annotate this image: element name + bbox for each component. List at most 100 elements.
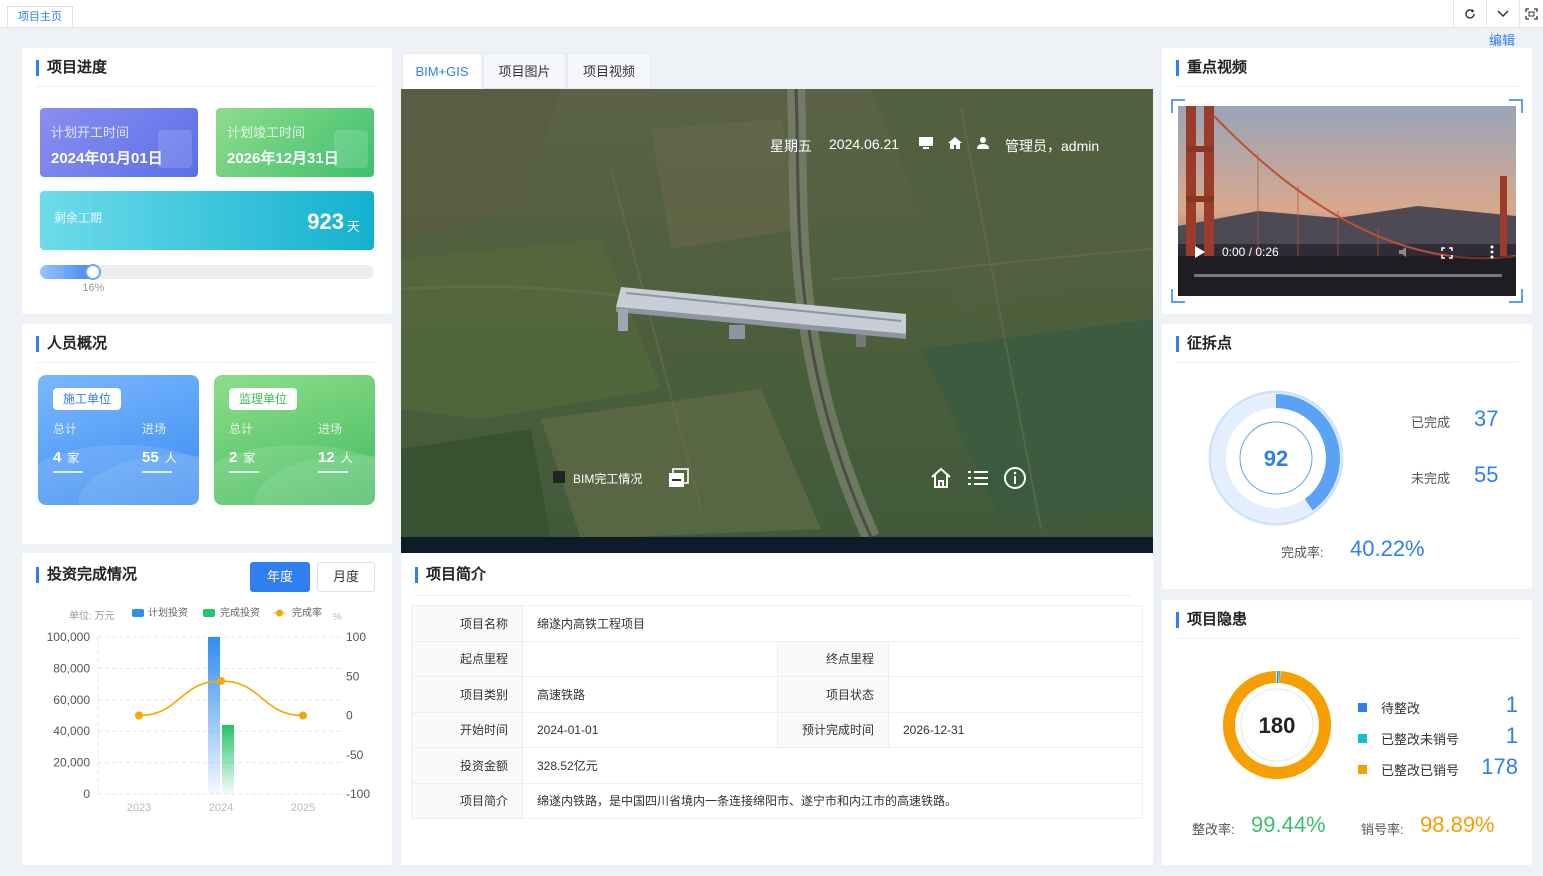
plan-end-card: 计划竣工时间 2026年12月31日 — [216, 108, 374, 177]
demolition-total: 92 — [1264, 446, 1288, 471]
hazard-legend-value: 1 — [1505, 692, 1518, 717]
y-tick-label: 100,000 — [47, 630, 91, 644]
bar-plan — [208, 637, 220, 794]
table-row: 项目简介 绵遂内铁路，是中国四川省境内一条连接绵阳市、遂宁市和内江市的高速铁路。 — [411, 782, 1143, 819]
legend-swatch — [1358, 703, 1367, 712]
remain-unit: 天 — [346, 219, 360, 234]
remain-days: 923 — [307, 209, 344, 234]
plan-start-label: 计划开工时间 — [51, 125, 130, 140]
year-button[interactable]: 年度 — [250, 562, 310, 592]
tab-bim-gis[interactable]: BIM+GIS — [402, 53, 482, 89]
play-icon[interactable] — [1194, 245, 1206, 264]
volume-icon[interactable] — [1398, 245, 1414, 264]
map-date: 2024.06.21 — [829, 136, 900, 152]
calendar-icon — [158, 130, 192, 168]
progress-percent: 16% — [82, 282, 105, 294]
rate-point — [135, 711, 143, 720]
fix-rate-value: 99.44% — [1251, 812, 1326, 837]
video-time: 0:00 / 0:26 — [1222, 245, 1279, 259]
fullscreen-icon[interactable] — [1519, 0, 1543, 28]
fix-rate-label: 整改率: — [1192, 822, 1235, 837]
intro-table: 项目名称 绵遂内高铁工程项目 起点里程 终点里程 项目类别 高速铁路 项目状态 … — [411, 605, 1143, 819]
cell-value: 绵遂内高铁工程项目 — [522, 605, 1143, 642]
bim-gis-map[interactable]: 星期五 2024.06.21 管理员，admin BIM完工情况 — [401, 89, 1153, 553]
cell-value: 高速铁路 — [522, 676, 778, 713]
done-value: 37 — [1474, 406, 1499, 431]
hazard-legend-label: 待整改 — [1381, 701, 1421, 716]
calendar-icon — [334, 130, 368, 168]
fullscreen-video-icon[interactable] — [1441, 246, 1453, 264]
user-icon[interactable] — [976, 136, 990, 155]
legend-swatch — [1358, 765, 1367, 774]
top-tab-bar: 项目主页 — [0, 0, 1543, 28]
y-tick-label: 40,000 — [53, 724, 90, 738]
map-home-icon[interactable] — [929, 466, 953, 495]
layers-icon[interactable] — [668, 468, 690, 493]
table-row: 项目类别 高速铁路 项目状态 — [411, 676, 1143, 713]
construction-total-label: 总计 — [53, 422, 78, 436]
cell-key: 预计完成时间 — [777, 711, 889, 748]
refresh-icon[interactable] — [1453, 0, 1486, 28]
month-button[interactable]: 月度 — [317, 562, 375, 592]
bim-checkbox[interactable] — [553, 471, 565, 483]
cell-value: 2024-01-01 — [522, 711, 778, 748]
supervision-enter-label: 进场 — [318, 422, 343, 436]
close-rate-label: 销号率: — [1361, 822, 1404, 837]
home-icon[interactable] — [947, 136, 963, 155]
progress-bar — [40, 264, 374, 280]
rate-label: 完成率: — [1281, 545, 1324, 560]
tab-project-images[interactable]: 项目图片 — [483, 53, 566, 89]
supervision-total: 2家 — [229, 449, 256, 466]
y2-tick-label: 100 — [346, 630, 366, 644]
investment-panel: 投资完成情况 年度 月度 单位: 万元 计划投资 完成投资 完成率 % 100,… — [22, 553, 392, 865]
personnel-title: 人员概况 — [36, 336, 107, 352]
progress-knob[interactable] — [85, 264, 102, 280]
progress-title: 项目进度 — [36, 60, 107, 76]
x-tick-label: 2024 — [209, 802, 233, 814]
plan-start-value: 2024年01月01日 — [51, 150, 163, 167]
done-label: 已完成 — [1411, 415, 1451, 430]
progress-panel: 项目进度 计划开工时间 2024年01月01日 计划竣工时间 2026年12月3… — [22, 48, 392, 314]
map-weekday: 星期五 — [770, 138, 812, 154]
list-icon[interactable] — [966, 466, 990, 495]
cell-value — [888, 640, 1143, 677]
bim-complete-label: BIM完工情况 — [573, 472, 643, 486]
hazard-panel: 项目隐患 180 待整改 1 已整改未销号 1 已整改已销号 178 整改率: 99.44… — [1162, 600, 1532, 865]
hazard-ring: 180 — [1223, 671, 1331, 779]
y2-tick-label: -100 — [346, 787, 370, 801]
x-tick-label: 2023 — [127, 802, 151, 814]
table-row: 起点里程 终点里程 — [411, 640, 1143, 677]
tab-project-home[interactable]: 项目主页 — [7, 6, 73, 27]
y-tick-label: 0 — [83, 787, 90, 801]
chevron-down-icon[interactable] — [1486, 0, 1519, 28]
cell-key: 项目类别 — [411, 676, 523, 713]
video-player[interactable]: 0:00 / 0:26 — [1178, 106, 1516, 296]
more-icon[interactable] — [1490, 245, 1494, 264]
hazard-legend-label: 已整改未销号 — [1381, 732, 1460, 747]
intro-title: 项目简介 — [415, 567, 486, 583]
rate-value: 40.22% — [1350, 536, 1425, 561]
table-row: 开始时间 2024-01-01 预计完成时间 2026-12-31 — [411, 711, 1143, 748]
cell-key: 项目状态 — [777, 676, 889, 713]
plan-end-label: 计划竣工时间 — [227, 125, 306, 140]
edit-link[interactable]: 编辑 — [1489, 30, 1515, 49]
plan-end-value: 2026年12月31日 — [227, 150, 339, 167]
supervision-total-label: 总计 — [229, 422, 254, 436]
y2-tick-label: 0 — [346, 709, 353, 723]
close-rate-value: 98.89% — [1420, 812, 1495, 837]
satellite-view — [401, 89, 1153, 553]
monitor-icon[interactable] — [918, 136, 934, 155]
legend-swatch — [1358, 734, 1367, 743]
tab-project-video[interactable]: 项目视频 — [567, 53, 651, 89]
unit-label: 单位: 万元 — [69, 609, 115, 622]
investment-chart: 单位: 万元 计划投资 完成投资 完成率 % 100,000 80,000 60,0… — [47, 606, 371, 814]
video-seekbar[interactable] — [1194, 274, 1502, 277]
info-icon[interactable] — [1003, 466, 1027, 495]
hazard-total: 180 — [1259, 713, 1296, 738]
demolition-title: 征拆点 — [1176, 336, 1232, 352]
right-unit: % — [333, 612, 342, 623]
personnel-panel: 人员概况 施工单位 总计 进场 4家 55 人 监理单位 总计 进场 2家 12 人 — [22, 324, 392, 544]
legend-done-swatch — [203, 609, 215, 617]
x-tick-label: 2025 — [291, 802, 315, 814]
cell-value: 2026-12-31 — [888, 711, 1143, 748]
